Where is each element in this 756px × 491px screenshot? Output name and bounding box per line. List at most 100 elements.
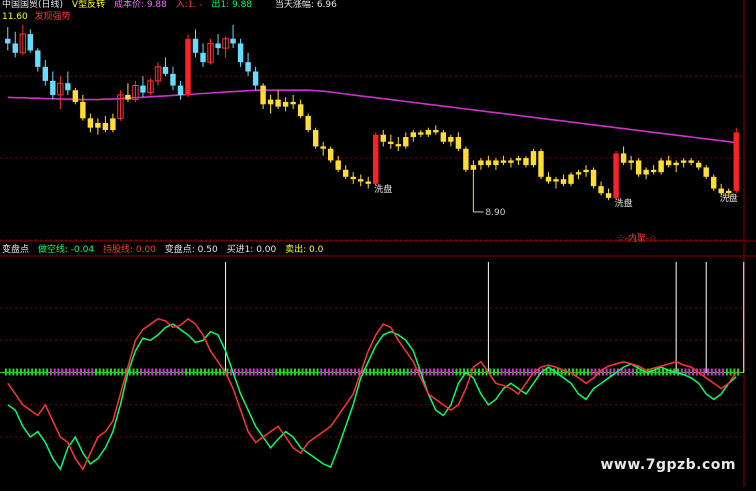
candle-body <box>140 85 146 93</box>
chart-area: 8.90 洗盘 洗盘 洗盘 ☆-内聚-☆ <box>0 0 756 487</box>
candle-body <box>695 162 702 168</box>
zero-tick <box>143 368 146 376</box>
candle-body <box>282 101 289 107</box>
candle-body <box>102 123 109 131</box>
chart-canvas: 8.90洗盘洗盘 洗盘☆-内聚-☆ <box>0 0 756 487</box>
zero-tick <box>718 368 721 376</box>
candle-body <box>335 160 341 170</box>
candle-body <box>418 132 424 135</box>
candle-body <box>245 62 251 72</box>
current-price-tag: 11.60 <box>2 12 28 22</box>
candle-body <box>230 38 236 44</box>
zero-tick <box>241 368 244 376</box>
candle-body <box>35 50 41 67</box>
candle-body <box>515 158 522 161</box>
zero-tick <box>301 368 304 376</box>
zero-tick <box>211 368 214 376</box>
candle-body <box>711 176 717 189</box>
zero-tick <box>380 368 383 376</box>
exit-value: 出1: 9.88 <box>211 0 253 10</box>
zero-tick <box>327 368 330 376</box>
zero-tick <box>316 368 319 376</box>
zero-tick <box>335 368 338 376</box>
candle-body <box>215 43 221 49</box>
zero-tick <box>500 368 503 376</box>
candle-body <box>403 137 409 147</box>
zero-tick <box>87 368 90 376</box>
candle-body <box>388 141 394 145</box>
zero-tick <box>297 368 300 376</box>
cost-price: 成本价: 9.88 <box>113 0 167 10</box>
candle-body <box>733 132 739 191</box>
zero-tick <box>188 368 191 376</box>
candle-body <box>42 66 49 81</box>
zero-tick <box>609 368 612 376</box>
candle-body <box>590 169 597 187</box>
zero-tick <box>309 368 312 376</box>
zero-tick <box>16 368 19 376</box>
zero-tick <box>455 368 458 376</box>
oscillator-header: 变盘点 做空线: -0.04 持股线: 0.00 变盘点: 0.50 买进1: … <box>2 245 329 256</box>
zero-tick <box>440 368 443 376</box>
candle-body <box>12 43 18 53</box>
candle-body <box>485 160 492 166</box>
zero-tick <box>68 368 71 376</box>
candle-body <box>658 160 664 173</box>
zero-tick <box>79 368 82 376</box>
washout-annotation: 洗盘 <box>374 183 392 195</box>
candle-body <box>440 132 447 142</box>
candle-body <box>598 186 604 194</box>
candle-body <box>252 71 259 86</box>
oscillator-title: 变盘点 <box>2 245 30 255</box>
zero-tick <box>64 368 67 376</box>
candle-body <box>553 179 559 182</box>
zero-tick <box>279 368 281 376</box>
zero-tick <box>432 368 435 376</box>
zero-tick <box>203 368 206 376</box>
zero-tick <box>575 368 578 376</box>
zero-tick <box>436 368 439 376</box>
candle-body <box>448 137 454 142</box>
entry-value: 入:1. - <box>175 0 203 10</box>
zero-tick <box>447 368 450 376</box>
candle-body <box>628 160 634 163</box>
zero-tick <box>511 368 514 376</box>
zero-tick <box>414 368 417 376</box>
zero-tick <box>631 368 634 376</box>
candle-body <box>267 99 274 105</box>
candle-body <box>72 90 79 102</box>
sell-value: 卖出: 0.0 <box>285 245 324 255</box>
candle-body <box>5 38 11 44</box>
candle-body <box>87 118 94 128</box>
zero-tick <box>737 368 740 376</box>
candle-body <box>538 151 544 177</box>
candle-body <box>650 169 657 173</box>
zero-tick <box>605 368 608 376</box>
zero-tick <box>155 368 158 376</box>
indicator-name: V型反转 <box>71 0 106 10</box>
zero-tick <box>677 368 680 376</box>
candle-body <box>643 169 649 175</box>
ma-line <box>383 97 737 144</box>
zero-tick <box>372 368 375 376</box>
zero-tick <box>376 368 379 376</box>
candle-body <box>463 148 469 170</box>
zero-tick <box>346 368 349 376</box>
zero-tick <box>95 368 97 376</box>
zero-tick <box>586 368 589 376</box>
candle-body <box>80 101 86 119</box>
candle-body <box>162 66 169 74</box>
candle-body <box>560 179 567 184</box>
zero-tick <box>342 368 345 376</box>
zero-tick <box>519 368 522 376</box>
zero-tick <box>275 368 278 376</box>
candle-body <box>27 34 33 51</box>
zero-tick <box>331 368 334 376</box>
candle-body <box>350 176 356 180</box>
zero-tick <box>669 368 672 376</box>
zero-tick <box>369 368 372 376</box>
zero-tick <box>117 368 120 376</box>
watermark: www.7gpzb.com <box>600 457 736 473</box>
candle-body <box>530 151 537 166</box>
zero-tick <box>429 368 432 376</box>
